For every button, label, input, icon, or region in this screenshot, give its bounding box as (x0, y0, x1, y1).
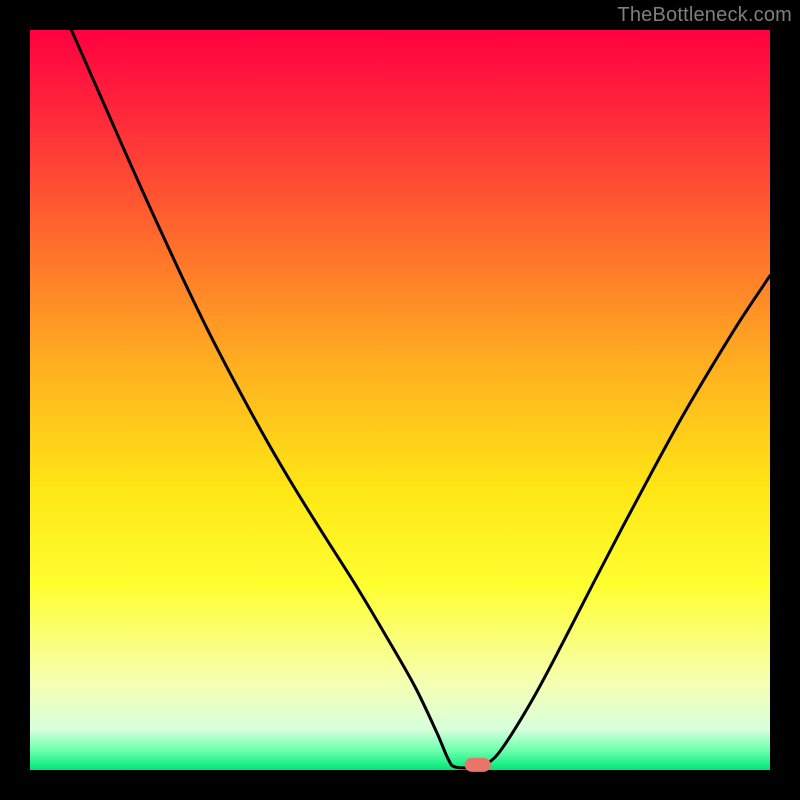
chart-container: TheBottleneck.com (0, 0, 800, 800)
bottleneck-chart (0, 0, 800, 800)
optimal-marker (465, 758, 491, 772)
attribution-text: TheBottleneck.com (617, 4, 792, 27)
